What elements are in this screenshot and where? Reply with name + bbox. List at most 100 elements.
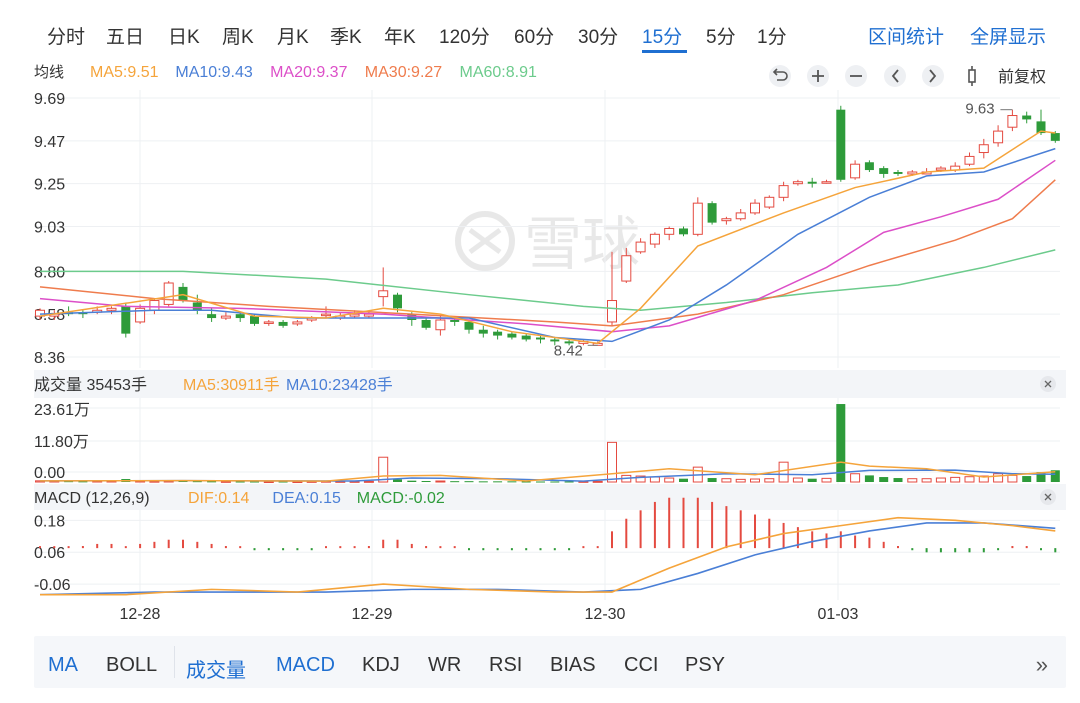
legend-label: MA60:8.91 (460, 64, 537, 81)
volume-legend: MA5:30911手 MA10:23428手 (183, 376, 393, 394)
candle-body (478, 329, 488, 334)
legend-label: MA5:9.51 (90, 64, 159, 81)
next-icon[interactable] (922, 65, 944, 87)
candle-body (807, 181, 817, 184)
macd-legend: DIF:0.14 DEA:0.15 MACD:-0.02 (188, 490, 445, 507)
legend-label: MACD:-0.02 (357, 490, 445, 507)
xueqiu-watermark: 雪球 (455, 210, 640, 278)
zoom-out-icon[interactable] (845, 65, 867, 87)
candle-body (679, 228, 688, 235)
candle-body (521, 335, 531, 340)
volume-bar (607, 441, 617, 483)
volume-bar (235, 481, 245, 483)
volume-bar (807, 478, 817, 482)
volume-grid (34, 398, 1060, 484)
candle-body (907, 171, 918, 175)
candle-body (964, 155, 975, 165)
volume-bar (950, 476, 961, 483)
volume-bar (921, 478, 932, 483)
x-tick-label: 12-30 (585, 606, 626, 623)
candle-body (235, 314, 245, 319)
candle-body (735, 212, 746, 220)
y-tick-label: 9.03 (34, 220, 65, 237)
volume-bar (778, 461, 789, 483)
volume-bar (1022, 476, 1032, 482)
volume-close-icon[interactable] (1040, 376, 1056, 392)
ind-ma[interactable]: MA (48, 654, 78, 677)
ind-macd[interactable]: MACD (276, 654, 335, 677)
volume-bar (792, 477, 803, 483)
volume-bar (679, 478, 688, 482)
volume-bar (735, 478, 746, 483)
volume-bar (879, 477, 889, 482)
candle-body (207, 314, 217, 319)
volume-bar (435, 480, 446, 483)
candle-body (764, 196, 775, 208)
volume-bar (707, 478, 717, 482)
macd-lines (39, 516, 1056, 596)
y-tick-label: -0.06 (34, 577, 71, 594)
candle-body (893, 172, 903, 174)
volume-bar (907, 478, 918, 483)
candle-body (836, 109, 846, 180)
ind-cci[interactable]: CCI (624, 654, 658, 677)
candle-body (220, 315, 231, 319)
adjust-label[interactable]: 前复权 (998, 68, 1046, 86)
legend-label: MA10:9.43 (175, 64, 252, 81)
y-tick-label: 9.69 (34, 91, 65, 108)
prev-icon[interactable] (884, 65, 906, 87)
y-tick-label: 9.25 (34, 177, 65, 194)
ind-bias[interactable]: BIAS (550, 654, 596, 677)
ind-kdj[interactable]: KDJ (362, 654, 400, 677)
legend-label: MA5:30911手 (183, 376, 280, 394)
volume-bar (407, 480, 417, 482)
x-tick-label: 12-28 (120, 606, 161, 623)
low-price-label: 8.42 (554, 342, 583, 359)
volume-bar (850, 473, 861, 483)
volume-bar (649, 476, 660, 483)
legend-label: MA20:9.37 (270, 64, 347, 81)
volume-bar (393, 479, 402, 482)
candle-body (850, 163, 861, 179)
legend-label: MA30:9.27 (365, 64, 442, 81)
legend-label: MA10:23428手 (286, 376, 393, 394)
ind-rsi[interactable]: RSI (489, 654, 522, 677)
candle-body (550, 339, 560, 342)
candle-icon[interactable] (968, 66, 976, 86)
high-price-label: 9.63 (965, 101, 994, 118)
ind-boll[interactable]: BOLL (106, 654, 157, 677)
volume-bar (764, 478, 775, 483)
candle-body (1050, 133, 1060, 141)
candle-body (978, 144, 989, 154)
candle-body (493, 331, 503, 336)
volume-bar (750, 478, 760, 483)
candle-body (106, 307, 117, 311)
volume-bar (421, 481, 431, 483)
candle-body (464, 321, 474, 330)
chart-toolbar: 前复权 (769, 65, 1046, 87)
ind-psy[interactable]: PSY (685, 654, 725, 677)
ind-wr[interactable]: WR (428, 654, 461, 677)
candle-body (993, 130, 1004, 144)
more-indicators-icon[interactable]: » (1036, 652, 1048, 678)
candle-body (707, 203, 717, 223)
volume-bar (464, 481, 474, 483)
candle-body (149, 300, 160, 311)
x-axis: 12-28 12-29 12-30 01-03 (120, 606, 859, 623)
candle-body (263, 321, 274, 324)
zoom-in-icon[interactable] (807, 65, 829, 87)
undo-icon[interactable] (769, 65, 791, 87)
candle-body (1007, 115, 1018, 128)
candle-body (879, 168, 889, 174)
candle-body (864, 162, 874, 171)
volume-bar (550, 481, 560, 483)
macd-close-icon[interactable] (1040, 489, 1056, 505)
candle-body (278, 321, 288, 326)
macd-y-axis: 0.18 0.06 -0.06 (34, 513, 71, 594)
candle-body (250, 316, 259, 324)
ind-volume[interactable]: 成交量 (186, 654, 246, 683)
macd-title: MACD (12,26,9) (34, 490, 150, 507)
volume-bar (993, 473, 1004, 483)
volume-bar (864, 475, 874, 482)
volume-bar (721, 478, 732, 483)
